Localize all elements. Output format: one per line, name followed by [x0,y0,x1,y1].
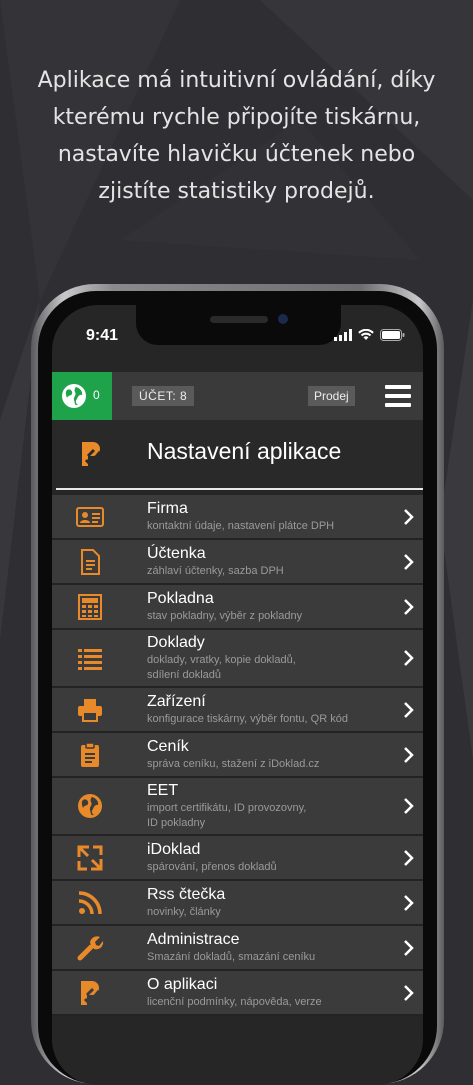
status-icons [334,329,405,341]
menu-item-text: Administrace Smazání dokladů, smazání cen… [147,930,315,965]
menu-item-text: Ceník správa ceníku, stažení z iDoklad.cz [147,737,319,772]
menu-item-administrace[interactable]: Administrace Smazání dokladů, smazání cen… [52,926,423,971]
menu-item-text: Firma kontaktní údaje, nastavení plátce D… [147,499,334,534]
menu-item-idoklad[interactable]: iDoklad spárování, přenos dokladů [52,836,423,881]
chevron-right-icon [403,984,415,1002]
menu-item-cenik[interactable]: Ceník správa ceníku, stažení z iDoklad.cz [52,733,423,778]
menu-item-o-aplikaci[interactable]: O aplikaci licenční podmínky, nápověda, v… [52,971,423,1016]
menu-item-title: O aplikaci [147,976,218,993]
online-status-button[interactable]: 0 [52,372,112,420]
menu-item-subtitle: sdílení dokladů [147,669,221,681]
signal-icon [334,329,352,341]
prodej-button[interactable]: Prodej [308,386,355,406]
menu-item-subtitle: záhlaví účtenky, sazba DPH [147,565,284,577]
menu-item-subtitle: licenční podmínky, nápověda, verze [147,996,322,1008]
menu-item-text: EET import certifikátu, ID provozovny, ID … [147,781,306,831]
menu-item-title: Ceník [147,738,189,755]
list-icon [76,644,104,672]
app-logo-icon [76,979,104,1007]
calculator-icon [76,593,104,621]
page-title: Nastavení aplikace [147,438,342,464]
notch [136,305,341,345]
menu-item-title: Zařízení [147,693,206,710]
menu-item-title: Firma [147,500,188,517]
tagline-line: zjistíte statistiky prodejů. [98,179,375,204]
menu-item-doklady[interactable]: Doklady doklady, vratky, kopie dokladů, sd… [52,630,423,688]
menu-item-uctenka[interactable]: Účtenka záhlaví účtenky, sazba DPH [52,540,423,585]
menu-item-zarizeni[interactable]: Zařízení konfigurace tiskárny, výběr font… [52,688,423,733]
menu-item-title: Administrace [147,931,240,948]
chevron-right-icon [403,553,415,571]
status-time: 9:41 [86,327,119,344]
header-divider [56,488,423,490]
chevron-right-icon [403,939,415,957]
menu-item-subtitle: ID pokladny [147,817,206,829]
printer-icon [76,696,104,724]
promo-tagline: Aplikace má intuitivní ovládání, díky kt… [0,62,473,210]
chevron-right-icon [403,746,415,764]
phone-bezel: 9:41 0 ÚČET: 8 Prodej Nastavení aplikace… [38,291,437,1085]
menu-hamburger-icon[interactable] [385,385,411,407]
menu-item-firma[interactable]: Firma kontaktní údaje, nastavení plátce D… [52,495,423,540]
menu-item-text: iDoklad spárování, přenos dokladů [147,840,277,875]
globe-icon [62,384,86,408]
menu-item-title: iDoklad [147,841,201,858]
menu-item-subtitle: správa ceníku, stažení z iDoklad.cz [147,758,320,770]
menu-item-title: Účtenka [147,545,206,562]
globe-icon [76,792,104,820]
menu-item-text: Rss čtečka novinky, články [147,885,225,920]
menu-item-text: Účtenka záhlaví účtenky, sazba DPH [147,544,284,579]
menu-item-subtitle: kontaktní údaje, nastavení plátce DPH [147,520,335,532]
account-badge[interactable]: ÚČET: 8 [132,386,195,406]
menu-item-title: Pokladna [147,590,214,607]
menu-item-title: Doklady [147,634,205,651]
battery-icon [380,329,405,341]
app-logo-icon [82,442,102,467]
chevron-right-icon [403,849,415,867]
document-icon [76,548,104,576]
speaker-grill [210,316,268,323]
menu-item-subtitle: spárování, přenos dokladů [147,861,277,873]
menu-item-subtitle: konfigurace tiskárny, výběr fontu, QR kó… [147,713,348,725]
phone-frame: 9:41 0 ÚČET: 8 Prodej Nastavení aplikace… [31,284,444,1085]
rss-icon [76,889,104,917]
menu-item-subtitle: doklady, vratky, kopie dokladů, [147,654,296,666]
menu-item-eet[interactable]: EET import certifikátu, ID provozovny, ID … [52,778,423,836]
chevron-right-icon [403,649,415,667]
app-topbar: 0 ÚČET: 8 Prodej [52,372,423,420]
menu-item-subtitle: import certifikátu, ID provozovny, [147,802,307,814]
menu-item-text: Pokladna stav pokladny, výběr z pokladny [147,589,302,624]
chevron-right-icon [403,508,415,526]
wrench-icon [76,934,104,962]
menu-item-title: Rss čtečka [147,886,226,903]
menu-item-subtitle: Smazání dokladů, smazání ceníku [147,951,316,963]
menu-item-subtitle: stav pokladny, výběr z pokladny [147,610,303,622]
chevron-right-icon [403,797,415,815]
phone-screen: 9:41 0 ÚČET: 8 Prodej Nastavení aplikace… [52,305,423,1085]
menu-item-text: O aplikaci licenční podmínky, nápověda, v… [147,975,322,1010]
chevron-right-icon [403,701,415,719]
front-camera [278,314,288,324]
settings-menu: Firma kontaktní údaje, nastavení plátce D… [52,495,423,1016]
chevron-right-icon [403,598,415,616]
id-card-icon [76,503,104,531]
sync-icon [76,844,104,872]
menu-item-text: Doklady doklady, vratky, kopie dokladů, sd… [147,633,296,683]
menu-item-title: EET [147,782,179,799]
tagline-line: Aplikace má intuitivní ovládání, díky [37,68,436,93]
clipboard-icon [76,741,104,769]
chevron-right-icon [403,894,415,912]
menu-item-subtitle: novinky, články [147,906,221,918]
tagline-line: nastavíte hlavičku účtenek nebo [57,142,416,167]
page-header: Nastavení aplikace [52,420,423,490]
tagline-line: kterému rychle připojíte tiskárnu, [52,105,421,130]
menu-item-rss-ctecka[interactable]: Rss čtečka novinky, články [52,881,423,926]
menu-item-pokladna[interactable]: Pokladna stav pokladny, výběr z pokladny [52,585,423,630]
online-count: 0 [93,388,100,402]
menu-item-text: Zařízení konfigurace tiskárny, výběr font… [147,692,348,727]
wifi-icon [358,329,374,340]
